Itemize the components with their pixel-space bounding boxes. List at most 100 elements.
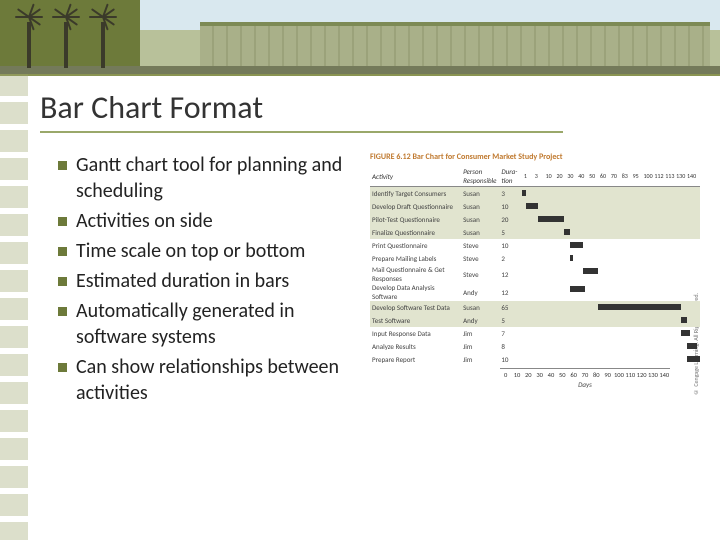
activity-cell: Develop Draft Questionnaire bbox=[370, 200, 461, 213]
activity-cell: Analyze Results bbox=[370, 340, 461, 353]
activity-cell: Test Software bbox=[370, 314, 461, 327]
person-cell: Jim bbox=[461, 353, 499, 366]
dur-cell: 20 bbox=[499, 213, 522, 226]
table-row: Analyze ResultsJim8 bbox=[370, 340, 700, 353]
activity-cell: Pilot-Test Questionnaire bbox=[370, 213, 461, 226]
person-cell: Andy bbox=[461, 314, 499, 327]
bar-cell bbox=[522, 353, 700, 366]
person-cell: Steve bbox=[461, 252, 499, 265]
person-cell: Susan bbox=[461, 213, 499, 226]
bar-cell bbox=[522, 283, 700, 301]
bar-cell bbox=[522, 226, 700, 239]
table-row: Prepare Mailing LabelsSteve2 bbox=[370, 252, 700, 265]
person-cell: Steve bbox=[461, 265, 499, 283]
day-tick: 20 bbox=[557, 172, 568, 180]
axis-tick: 110 bbox=[625, 371, 636, 379]
dur-cell: 12 bbox=[499, 283, 522, 301]
activity-cell: Print Questionnaire bbox=[370, 239, 461, 252]
axis-tick: 60 bbox=[568, 371, 579, 379]
axis-tick: 140 bbox=[659, 371, 670, 379]
col-dur: Dura-tion bbox=[499, 166, 522, 187]
axis-tick: 70 bbox=[579, 371, 590, 379]
person-cell: Jim bbox=[461, 340, 499, 353]
bar-cell bbox=[522, 340, 700, 353]
day-tick: 100 bbox=[644, 172, 655, 180]
table-row: Identify Target ConsumersSusan3 bbox=[370, 187, 700, 201]
dur-cell: 5 bbox=[499, 226, 522, 239]
axis-tick: 90 bbox=[602, 371, 613, 379]
activity-cell: Prepare Mailing Labels bbox=[370, 252, 461, 265]
bar-cell bbox=[522, 265, 700, 283]
dur-cell: 10 bbox=[499, 200, 522, 213]
day-tick: 95 bbox=[633, 172, 644, 180]
axis-tick: 20 bbox=[523, 371, 534, 379]
activity-cell: Mail Questionnaire & Get Responses bbox=[370, 265, 461, 283]
page-title: Bar Chart Format bbox=[40, 88, 563, 133]
person-cell: Andy bbox=[461, 283, 499, 301]
dur-cell: 10 bbox=[499, 353, 522, 366]
person-cell: Susan bbox=[461, 226, 499, 239]
col-activity: Activity bbox=[370, 166, 461, 187]
gantt-table: Activity Person Responsible Dura-tion 13… bbox=[370, 166, 700, 366]
day-tick: 70 bbox=[611, 172, 622, 180]
axis-tick: 0 bbox=[500, 371, 511, 379]
axis-tick: 30 bbox=[534, 371, 545, 379]
axis-tick: 40 bbox=[545, 371, 556, 379]
figure-caption: FIGURE 6.12 Bar Chart for Consumer Marke… bbox=[370, 152, 700, 162]
list-item: Activities on side bbox=[58, 208, 358, 234]
day-tick: 3 bbox=[535, 172, 546, 180]
bar-cell bbox=[522, 301, 700, 314]
dur-cell: 5 bbox=[499, 314, 522, 327]
table-row: Prepare ReportJim10 bbox=[370, 353, 700, 366]
axis-tick: 80 bbox=[591, 371, 602, 379]
bar-cell bbox=[522, 200, 700, 213]
list-item: Time scale on top or bottom bbox=[58, 238, 358, 264]
day-tick: 10 bbox=[546, 172, 557, 180]
dur-cell: 8 bbox=[499, 340, 522, 353]
table-row: Develop Software Test DataSusan65 bbox=[370, 301, 700, 314]
day-tick: 112 bbox=[654, 172, 665, 180]
col-timeline: 13102030405060708395100112113130140 bbox=[522, 166, 700, 187]
table-row: Mail Questionnaire & Get ResponsesSteve1… bbox=[370, 265, 700, 283]
list-item: Can show relationships between activitie… bbox=[58, 354, 358, 406]
person-cell: Steve bbox=[461, 239, 499, 252]
dur-cell: 2 bbox=[499, 252, 522, 265]
axis-tick: 50 bbox=[557, 371, 568, 379]
bullet-list: Gantt chart tool for planning and schedu… bbox=[58, 152, 358, 530]
dur-cell: 7 bbox=[499, 327, 522, 340]
table-row: Develop Data Analysis SoftwareAndy12 bbox=[370, 283, 700, 301]
activity-cell: Develop Data Analysis Software bbox=[370, 283, 461, 301]
activity-cell: Input Response Data bbox=[370, 327, 461, 340]
day-tick: 113 bbox=[665, 172, 676, 180]
day-tick: 83 bbox=[622, 172, 633, 180]
axis-tick: 130 bbox=[647, 371, 658, 379]
table-row: Pilot-Test QuestionnaireSusan20 bbox=[370, 213, 700, 226]
x-axis: 0102030405060708090100110120130140 bbox=[500, 368, 670, 379]
table-row: Input Response DataJim7 bbox=[370, 327, 700, 340]
day-tick: 50 bbox=[589, 172, 600, 180]
side-stripe bbox=[0, 74, 28, 540]
activity-cell: Identify Target Consumers bbox=[370, 187, 461, 201]
day-tick: 30 bbox=[567, 172, 578, 180]
activity-cell: Prepare Report bbox=[370, 353, 461, 366]
bar-cell bbox=[522, 213, 700, 226]
list-item: Estimated duration in bars bbox=[58, 268, 358, 294]
person-cell: Susan bbox=[461, 301, 499, 314]
dur-cell: 65 bbox=[499, 301, 522, 314]
dur-cell: 10 bbox=[499, 239, 522, 252]
list-item: Automatically generated in software syst… bbox=[58, 298, 358, 350]
table-row: Print QuestionnaireSteve10 bbox=[370, 239, 700, 252]
table-row: Develop Draft QuestionnaireSusan10 bbox=[370, 200, 700, 213]
axis-tick: 120 bbox=[636, 371, 647, 379]
bar-cell bbox=[522, 252, 700, 265]
bar-cell bbox=[522, 187, 700, 201]
x-axis-label: Days bbox=[500, 380, 670, 389]
bar-cell bbox=[522, 327, 700, 340]
axis-tick: 100 bbox=[613, 371, 624, 379]
col-person: Person Responsible bbox=[461, 166, 499, 187]
list-item: Gantt chart tool for planning and schedu… bbox=[58, 152, 358, 204]
bar-cell bbox=[522, 239, 700, 252]
day-tick: 1 bbox=[524, 172, 535, 180]
person-cell: Susan bbox=[461, 187, 499, 201]
day-tick: 130 bbox=[676, 172, 687, 180]
